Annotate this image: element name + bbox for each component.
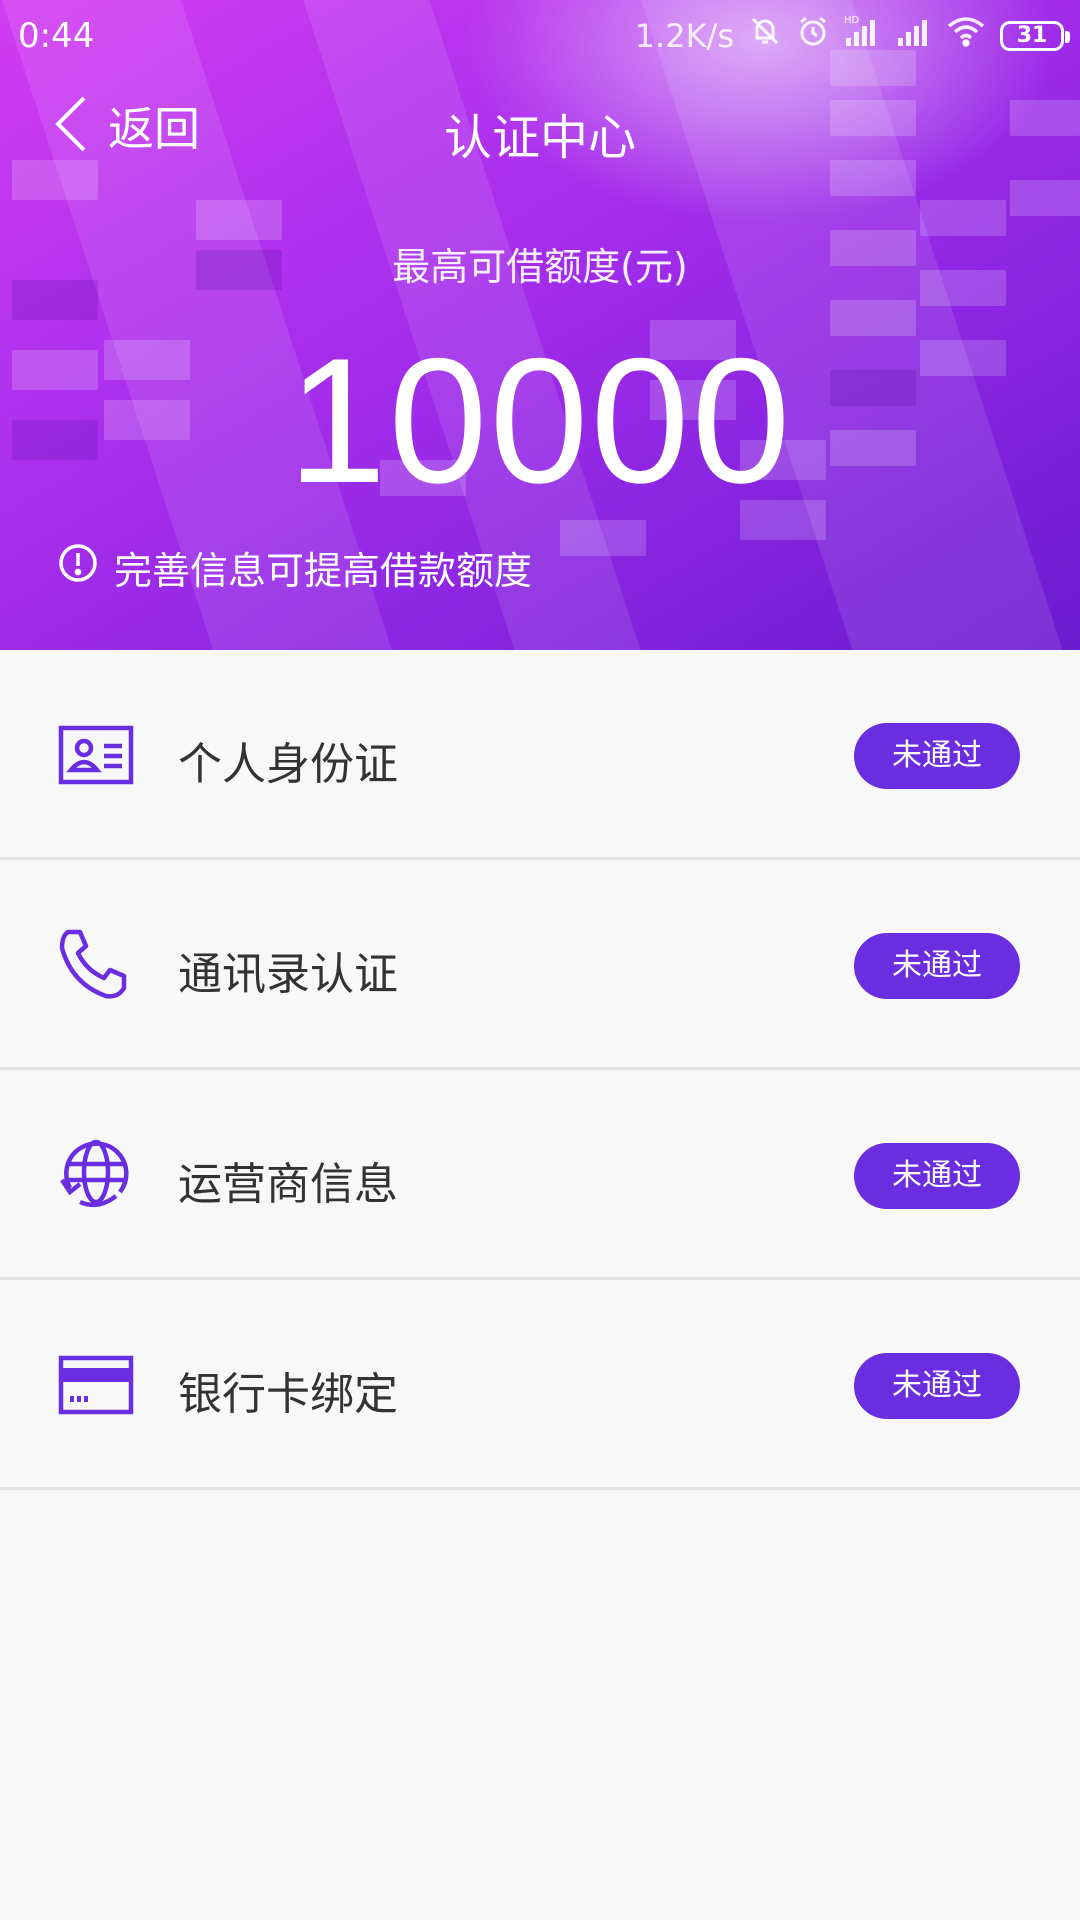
header-banner: 0:44 1.2K/s HD 31 返回 认证中心 最高可借额度(元) 1000… — [0, 0, 1080, 650]
hd-signal-icon: HD — [844, 14, 882, 57]
status-bar: 0:44 1.2K/s HD 31 — [0, 0, 1080, 74]
net-speed: 1.2K/s — [634, 16, 734, 55]
list-item-label: 运营商信息 — [178, 1159, 398, 1210]
nav-bar: 返回 认证中心 — [0, 80, 1080, 172]
bank-card-icon — [58, 1346, 134, 1422]
credit-limit-amount: 10000 — [287, 321, 793, 520]
credit-tip-text: 完善信息可提高借款额度 — [114, 549, 533, 593]
alarm-icon — [796, 14, 830, 57]
status-badge: 未通过 — [854, 1143, 1020, 1209]
wifi-icon — [946, 14, 986, 57]
battery-icon: 31 — [1000, 20, 1070, 51]
id-card-icon — [58, 716, 134, 792]
verification-list: 个人身份证 未通过 通讯录认证 未通过 运营商信息 未通过 银行卡绑定 未通过 — [0, 650, 1080, 1490]
list-item-contacts[interactable]: 通讯录认证 未通过 — [0, 860, 1080, 1070]
list-item-label: 通讯录认证 — [178, 949, 398, 1000]
status-time: 0:44 — [18, 16, 95, 56]
phone-icon — [58, 926, 134, 1002]
globe-icon — [58, 1136, 134, 1212]
list-item-bank-card[interactable]: 银行卡绑定 未通过 — [0, 1280, 1080, 1490]
list-item-label: 个人身份证 — [178, 739, 398, 790]
list-item-carrier[interactable]: 运营商信息 未通过 — [0, 1070, 1080, 1280]
bell-off-icon — [748, 14, 782, 57]
status-badge: 未通过 — [854, 933, 1020, 999]
status-badge: 未通过 — [854, 723, 1020, 789]
page-title: 认证中心 — [443, 110, 636, 166]
credit-limit-label: 最高可借额度(元) — [392, 245, 688, 289]
svg-text:HD: HD — [844, 15, 860, 26]
credit-tip: 完善信息可提高借款额度 — [58, 540, 532, 595]
list-item-label: 银行卡绑定 — [178, 1369, 398, 1420]
signal-icon — [896, 14, 932, 57]
alert-circle-icon — [58, 543, 98, 592]
status-badge: 未通过 — [854, 1353, 1020, 1419]
list-item-id-card[interactable]: 个人身份证 未通过 — [0, 650, 1080, 860]
